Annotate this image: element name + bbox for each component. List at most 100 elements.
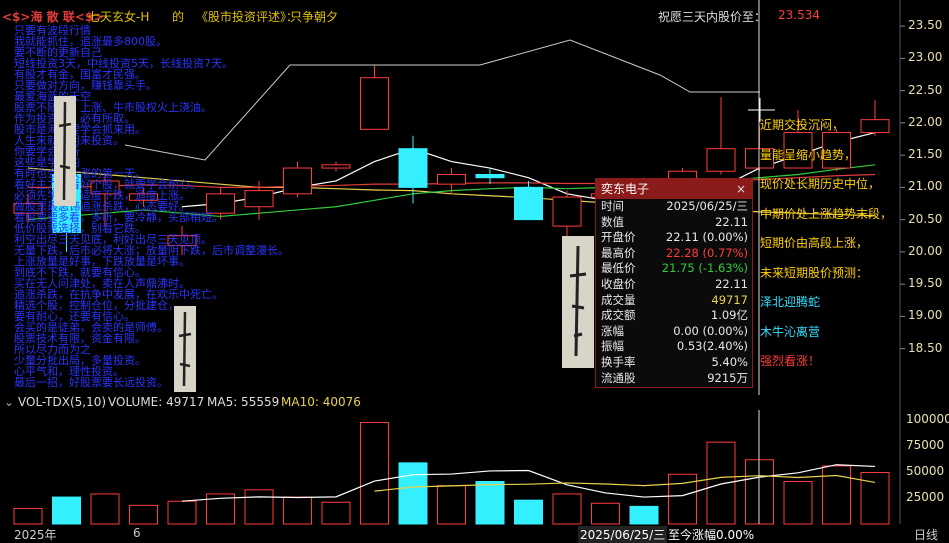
tooltip-label: 流通股 (601, 370, 636, 385)
calligraphy-stamp-icon (562, 236, 594, 368)
forecast-note: 强烈看涨！ (760, 354, 821, 368)
x-axis-year: 2025年 (14, 528, 57, 542)
volume-bar (668, 473, 697, 525)
volume-indicator-name[interactable]: VOL-TDX(5,10) (18, 395, 106, 409)
volume-bar (475, 481, 505, 525)
volume-bar (321, 501, 351, 525)
forecast-note: 量能呈缩小趋势， (760, 147, 857, 162)
volume-bar (822, 465, 851, 525)
price-tick-label: 19.00 (908, 308, 943, 323)
price-tick-label: 22.00 (908, 114, 943, 129)
time-axis: 2025年 6 2025/06/25/三 至今涨幅0.00% 日线 (0, 524, 949, 543)
candle-body[interactable] (244, 190, 274, 208)
forecast-note: 现价处长期历史中位， (760, 177, 881, 191)
volume-ma-line-yellow (374, 474, 876, 492)
tooltip-label: 时间 (601, 199, 624, 213)
tooltip-value: 22.11 (0.00%) (665, 230, 748, 245)
tooltip-value: 0.00 (0.00%) (673, 323, 748, 338)
tooltip-value: 1.09亿 (710, 308, 748, 323)
forecast-note: 未来短期股价预测： (760, 265, 869, 280)
volume-bar (437, 485, 466, 525)
tooltip-value: 0.53(2.40%) (676, 339, 748, 354)
price-tick-label: 20.50 (908, 211, 943, 226)
tooltip-value: 9215万 (707, 370, 748, 385)
tooltip-row: 流通股 9215万 (596, 371, 752, 387)
tooltip-row: 换手率 5.40% (596, 355, 752, 371)
tooltip-row: 涨幅 0.00 (0.00%) (596, 324, 752, 340)
tooltip-row: 数值 22.11 (596, 215, 752, 231)
tooltip-label: 最低价 (601, 261, 636, 276)
tooltip-row: 最高价 22.28 (0.77%) (596, 246, 752, 262)
tooltip-label: 振幅 (601, 339, 624, 354)
candle-body[interactable] (475, 173, 505, 179)
candle-body[interactable] (552, 196, 582, 227)
volume-bar (360, 421, 389, 525)
volume-ma5: MA5: 55559 (207, 395, 280, 409)
volume-bar (90, 493, 120, 525)
tooltip-label: 涨幅 (601, 323, 624, 338)
tooltip-label: 数值 (601, 214, 624, 229)
tooltip-label: 成交量 (601, 292, 636, 307)
price-tick-label: 22.50 (908, 82, 943, 97)
volume-bar (706, 441, 736, 525)
volume-bar (129, 504, 158, 525)
volume-bar (783, 481, 813, 525)
quote-tooltip: 奕东电子 × 时间 2025/06/25/三 数值 22.11 开盘价 22.11 (0.… (595, 178, 753, 388)
candle-body[interactable] (514, 186, 543, 221)
volume-header: ⌄ VOL-TDX(5,10) VOLUME: 49717 MA5: 55559… (0, 393, 600, 411)
tooltip-label: 收盘价 (601, 276, 636, 291)
tooltip-label: 成交额 (601, 308, 636, 323)
price-tick-label: 21.50 (908, 147, 943, 162)
calligraphy-stamp-icon (174, 306, 196, 392)
volume-bar (514, 499, 543, 525)
volume-bar (244, 489, 274, 525)
forecast-note: 中期价处上涨趋势末段， (760, 206, 893, 221)
tooltip-value: 21.75 (-1.63%) (661, 261, 748, 276)
volume-bar (206, 493, 235, 525)
tooltip-row: 开盘价 22.11 (0.00%) (596, 230, 752, 246)
tooltip-row: 振幅 0.53(2.40%) (596, 339, 752, 355)
forecast-note: 短期价由高段上涨， (760, 236, 869, 250)
forecast-note: 近期交投沉闷， (760, 118, 845, 132)
tooltip-value: 22.11 (715, 276, 748, 291)
volume-bar (13, 507, 43, 525)
tooltip-value: 49717 (711, 292, 748, 307)
price-tick-label: 18.50 (908, 340, 943, 355)
tooltip-row: 成交额 1.09亿 (596, 308, 752, 324)
tooltip-value: 2025/06/25/三 (666, 199, 748, 213)
price-tick-label: 19.50 (908, 276, 943, 291)
forecast-note: 泽北迎腾蛇 (760, 295, 821, 309)
x-axis-cursor-date: 2025/06/25/三 (578, 526, 668, 543)
volume-bar (283, 496, 312, 525)
period-selector[interactable]: 日线 (914, 526, 938, 543)
volume-bar (552, 493, 582, 525)
volume-bar (167, 500, 197, 525)
volume-tick-label: 100000 (906, 412, 949, 427)
tooltip-row: 收盘价 22.11 (596, 277, 752, 293)
volume-bar (591, 502, 620, 525)
candle-body[interactable] (283, 167, 312, 195)
calligraphy-stamp-icon (54, 96, 76, 206)
candle-body[interactable] (706, 148, 736, 172)
tooltip-row: 时间 2025/06/25/三 (596, 199, 752, 215)
tooltip-header: 奕东电子 × (596, 179, 752, 199)
candle-body[interactable] (398, 148, 428, 188)
tooltip-row: 成交量 49717 (596, 293, 752, 309)
candle-body[interactable] (860, 119, 890, 134)
x-axis-change: 至今涨幅0.00% (668, 528, 755, 542)
tooltip-value: 22.11 (715, 214, 748, 229)
volume-bar (860, 471, 890, 525)
tooltip-value: 22.28 (0.77%) (665, 245, 748, 260)
candle-body[interactable] (437, 173, 466, 185)
candle-body[interactable] (321, 164, 351, 169)
price-tick-label: 23.50 (908, 18, 943, 33)
volume-bar (52, 496, 81, 525)
tooltip-label: 最高价 (601, 245, 636, 260)
price-tick-label: 23.00 (908, 50, 943, 65)
tooltip-label: 换手率 (601, 354, 636, 369)
candle-body[interactable] (360, 77, 389, 130)
close-icon[interactable]: × (736, 179, 746, 199)
collapse-arrow-icon[interactable]: ⌄ (4, 395, 14, 409)
tooltip-value: 5.40% (711, 354, 748, 369)
tooltip-row: 最低价 21.75 (-1.63%) (596, 261, 752, 277)
